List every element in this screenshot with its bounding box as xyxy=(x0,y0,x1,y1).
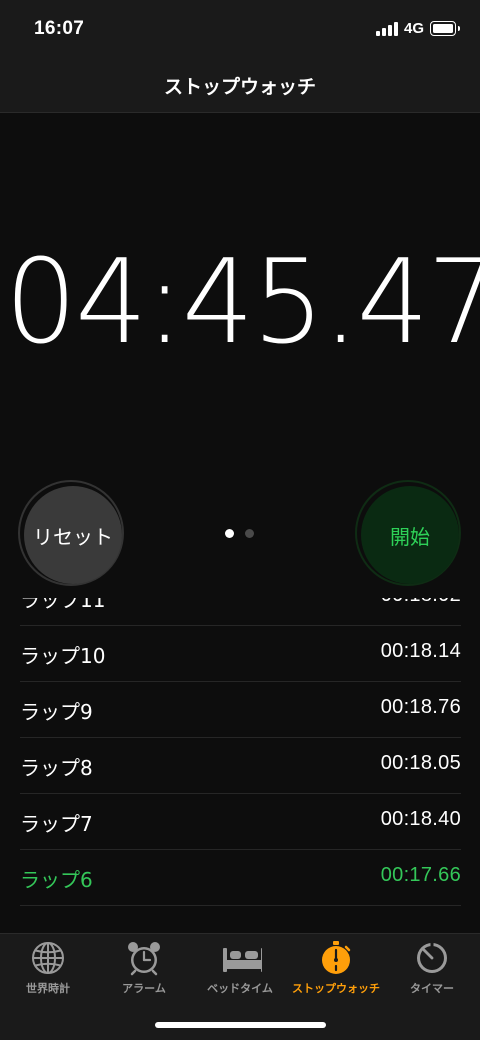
page-dot xyxy=(245,529,254,538)
lap-name: ラップ7 xyxy=(20,812,93,836)
lap-row: ラップ7 00:18.40 xyxy=(20,794,461,850)
tab-label: ストップウォッチ xyxy=(292,982,380,995)
tab-timer[interactable]: タイマー xyxy=(384,934,480,1009)
status-bar: 16:07 4G xyxy=(0,0,480,60)
alarm-clock-icon xyxy=(128,942,160,976)
reset-button[interactable]: リセット xyxy=(18,480,124,586)
lap-name: ラップ6 xyxy=(20,868,93,892)
home-indicator[interactable] xyxy=(155,1022,326,1028)
bed-icon xyxy=(223,948,262,972)
stopwatch-display: 04:45.47 xyxy=(4,235,480,370)
lap-name: ラップ9 xyxy=(20,700,93,724)
lap-time: 00:17.66 xyxy=(380,864,461,886)
lap-row: ラップ10 00:18.14 xyxy=(20,626,461,682)
cellular-signal-icon xyxy=(376,22,400,36)
page-dot-active xyxy=(225,529,234,538)
lap-name: ラップ11 xyxy=(20,598,106,612)
tab-stopwatch[interactable]: ストップウォッチ xyxy=(288,934,384,1009)
timer-icon xyxy=(417,943,447,973)
lap-time: 00:18.76 xyxy=(380,696,461,718)
lap-time: 00:18.02 xyxy=(381,598,461,607)
network-type: 4G xyxy=(404,20,425,37)
lap-time: 00:18.40 xyxy=(380,808,461,830)
page-title: ストップウォッチ xyxy=(163,76,316,98)
tab-bedtime[interactable]: ベッドタイム xyxy=(192,934,288,1009)
navigation-bar: ストップウォッチ xyxy=(0,60,480,113)
lap-row: ラップ8 00:18.05 xyxy=(20,738,461,794)
lap-name: ラップ10 xyxy=(20,644,106,668)
tab-alarm[interactable]: アラーム xyxy=(96,934,192,1009)
reset-button-label: リセット xyxy=(24,486,122,584)
lap-list[interactable]: ラップ11 00:18.02 ラップ10 00:18.14 ラップ9 00:18… xyxy=(0,598,480,933)
tab-label: アラーム xyxy=(122,982,166,995)
lap-name: ラップ8 xyxy=(20,756,93,780)
tab-label: タイマー xyxy=(410,982,454,995)
tab-label: ベッドタイム xyxy=(207,982,273,995)
battery-icon xyxy=(430,21,460,36)
lap-time: 00:18.05 xyxy=(380,752,461,774)
stopwatch-main: 04:45.47 リセット 開始 ラップ11 00:18.02 ラップ10 00… xyxy=(0,113,480,933)
tab-world-clock[interactable]: 世界時計 xyxy=(0,934,96,1009)
tab-label: 世界時計 xyxy=(26,982,70,995)
lap-row: ラップ11 00:18.02 xyxy=(20,598,461,626)
lap-row: ラップ9 00:18.76 xyxy=(20,682,461,738)
page-indicator[interactable] xyxy=(225,529,257,539)
start-button[interactable]: 開始 xyxy=(355,480,461,586)
lap-row-best: ラップ6 00:17.66 xyxy=(20,850,461,906)
stopwatch-icon xyxy=(322,941,351,974)
lap-time: 00:18.14 xyxy=(380,640,461,662)
status-time: 16:07 xyxy=(34,18,85,39)
start-button-label: 開始 xyxy=(361,486,459,584)
globe-icon xyxy=(32,942,64,974)
